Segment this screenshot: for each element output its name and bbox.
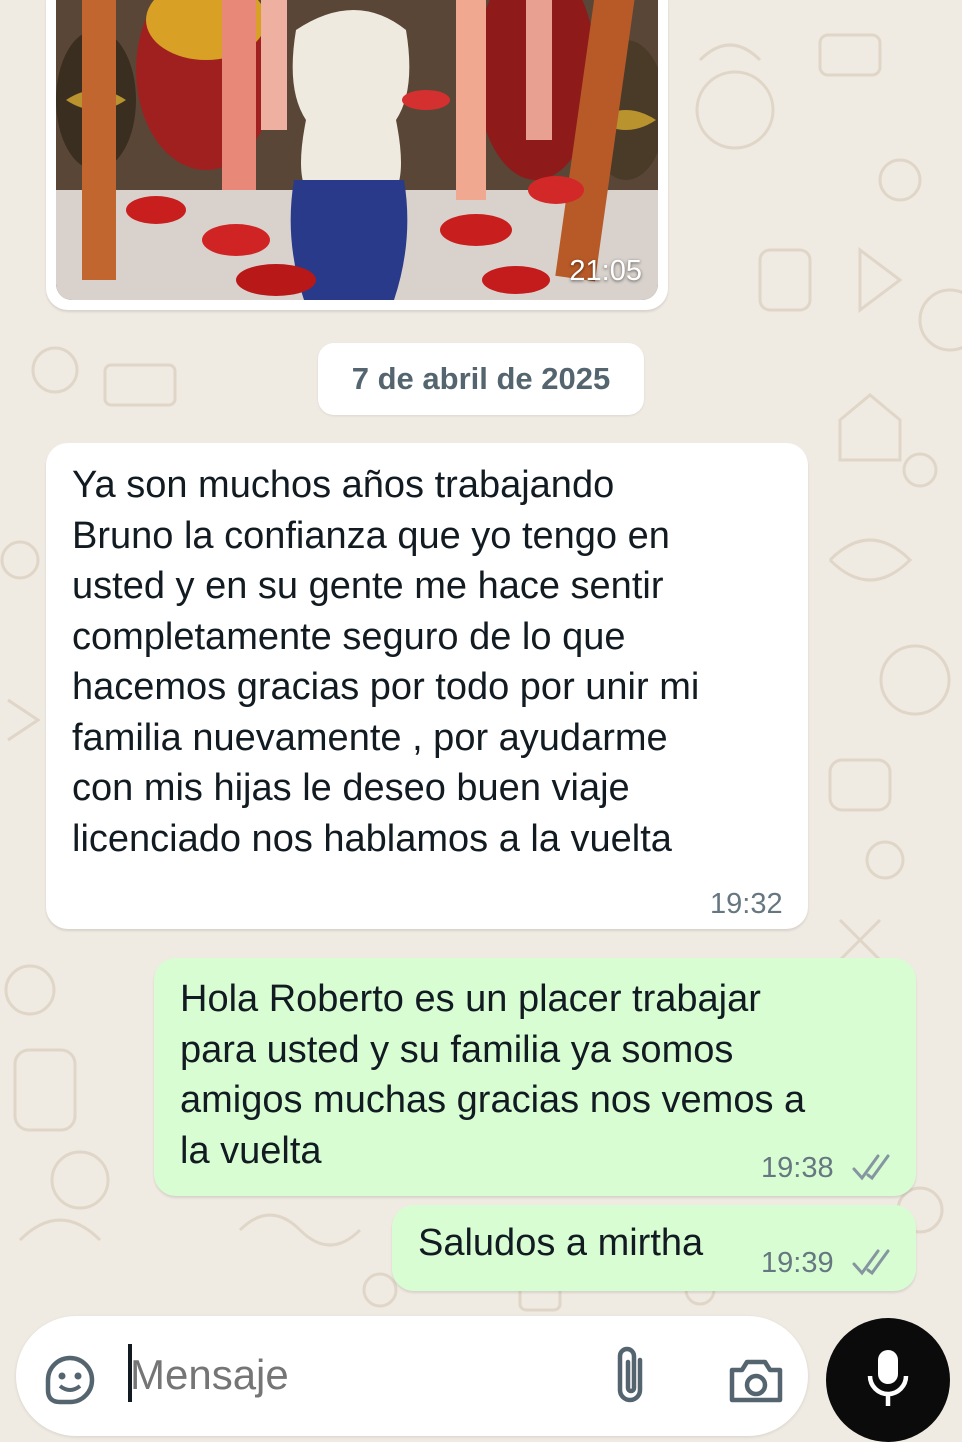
double-check-icon (852, 1249, 890, 1276)
incoming-message-text: Ya son muchos años trabajando Bruno la c… (72, 464, 700, 860)
incoming-message-time: 19:32 (710, 888, 783, 920)
mic-icon (867, 1350, 909, 1406)
outgoing-message-bubble[interactable]: Saludos a mirtha 19:39 (392, 1205, 916, 1291)
sticker-icon[interactable] (40, 1350, 100, 1410)
outgoing-message-bubble[interactable]: Hola Roberto es un placer trabajar para … (154, 958, 916, 1196)
image-message-time: 21:05 (569, 255, 642, 287)
camera-icon[interactable] (726, 1354, 786, 1408)
outgoing-message-text: Saludos a mirtha (418, 1222, 704, 1264)
outgoing-message-time: 19:39 (761, 1247, 834, 1279)
outgoing-message-time: 19:38 (761, 1152, 834, 1184)
outgoing-message-text: Hola Roberto es un placer trabajar para … (180, 978, 806, 1172)
image-thumbnail[interactable]: 21:05 (56, 0, 658, 300)
message-input[interactable] (130, 1348, 580, 1402)
candles-photo (56, 0, 658, 300)
voice-message-button[interactable] (826, 1318, 950, 1442)
image-message-bubble[interactable]: 21:05 (46, 0, 668, 310)
incoming-message-bubble[interactable]: Ya son muchos años trabajando Bruno la c… (46, 443, 808, 929)
double-check-icon (852, 1154, 890, 1181)
attach-icon[interactable] (612, 1346, 652, 1410)
date-separator: 7 de abril de 2025 (318, 343, 644, 415)
